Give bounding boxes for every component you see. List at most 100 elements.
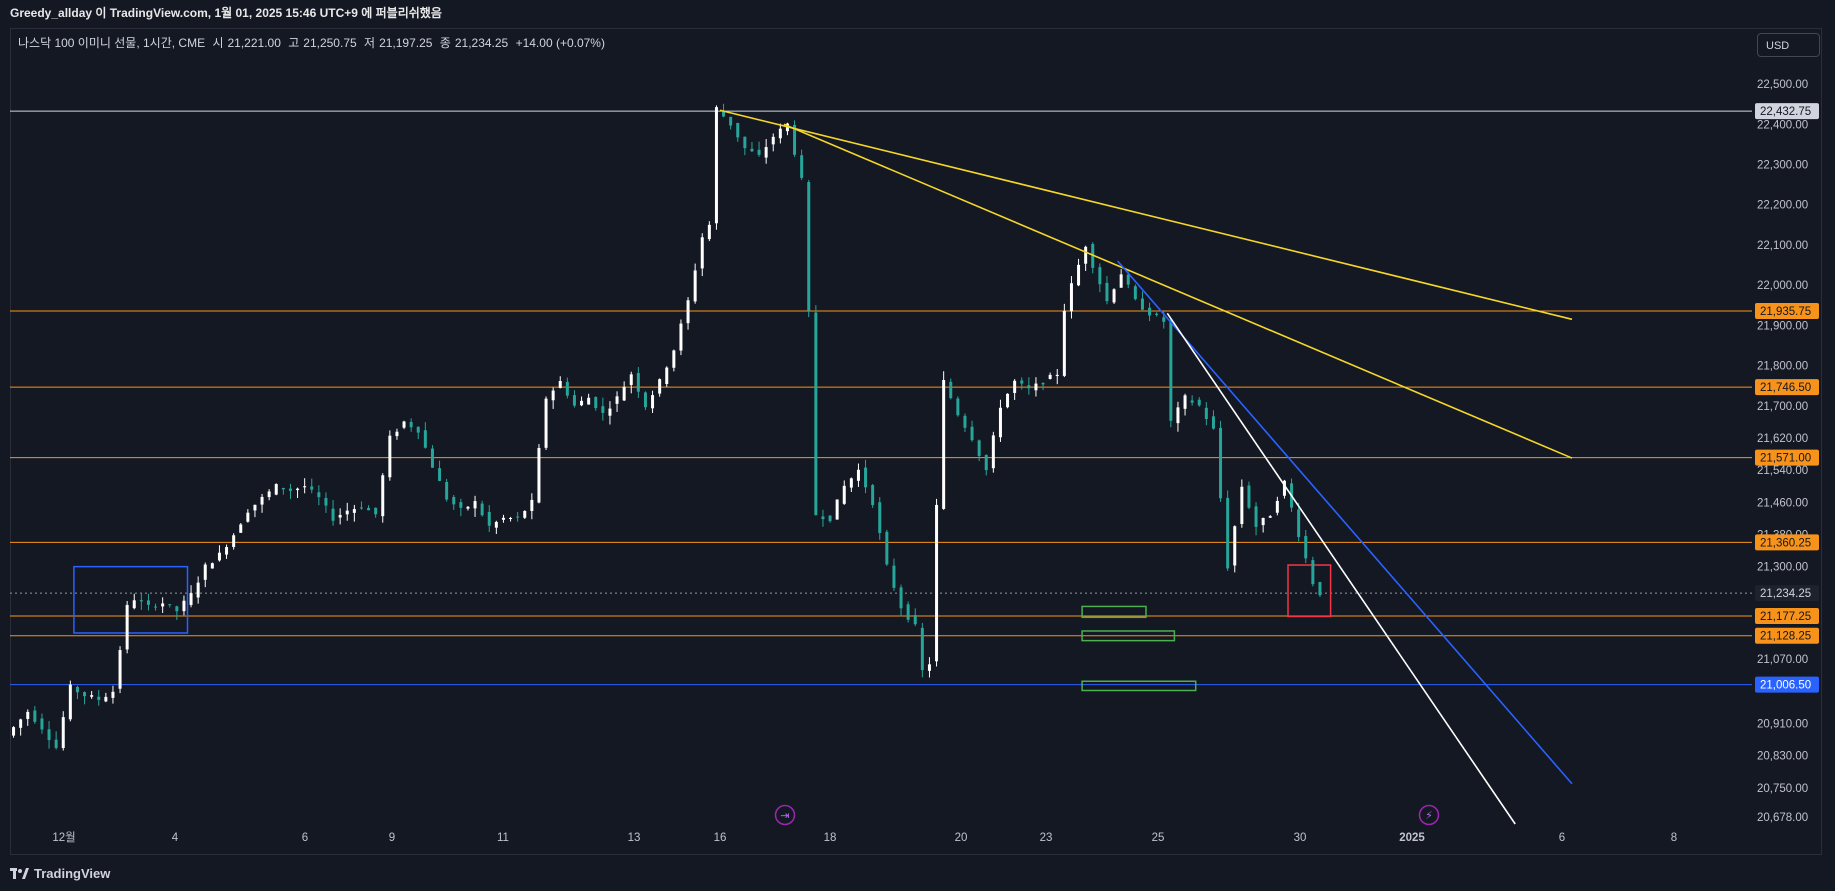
price-tick-label: 22,000.00	[1757, 280, 1808, 292]
candle-body	[629, 374, 633, 385]
zone-box-3	[1081, 680, 1197, 692]
candle-body	[1027, 385, 1031, 389]
candle-body	[139, 600, 143, 602]
price-tick-label: 21,620.00	[1757, 433, 1808, 445]
time-tick-label: 25	[1152, 832, 1165, 844]
candle-body	[509, 518, 513, 520]
candle-body	[1197, 399, 1201, 406]
price-tick-label: 20,678.00	[1757, 812, 1808, 824]
candle-body	[1084, 246, 1088, 264]
candle-body	[1105, 282, 1109, 302]
candle-body	[480, 503, 484, 516]
candle-body	[217, 552, 221, 561]
price-tick-label: 21,460.00	[1757, 497, 1808, 509]
price-tag-label-0: 22,432.75	[1760, 106, 1811, 118]
candle-body	[430, 448, 434, 468]
candle-body	[111, 691, 115, 698]
price-tag-label-6: 21,177.25	[1760, 611, 1811, 623]
candle-body	[729, 116, 733, 126]
candle-body	[821, 516, 825, 520]
time-tick-label: 13	[628, 832, 641, 844]
time-tick-label: 23	[1040, 832, 1053, 844]
price-tag-label-3: 21,571.00	[1760, 453, 1811, 465]
candle-body	[132, 600, 136, 609]
candle-body	[1304, 535, 1308, 559]
candle-body	[246, 512, 250, 522]
time-tick-label: 2025	[1399, 832, 1425, 844]
candle-body	[1247, 485, 1251, 508]
candle-body	[878, 502, 882, 534]
candle-body	[1162, 317, 1166, 322]
time-tick-label: 16	[714, 832, 727, 844]
candle-body	[1119, 274, 1123, 288]
candle-body	[587, 397, 591, 405]
candle-body	[1240, 486, 1244, 525]
candle-body	[487, 511, 491, 526]
candle-body	[651, 395, 655, 409]
candle-body	[161, 603, 165, 607]
candle-body	[672, 350, 676, 368]
candle-body	[991, 435, 995, 469]
candle-body	[175, 606, 179, 612]
candle-body	[977, 440, 981, 456]
price-tick-label: 22,200.00	[1757, 200, 1808, 212]
candle-body	[90, 695, 94, 697]
candle-body	[1055, 374, 1059, 377]
candle-body	[47, 729, 51, 741]
candle-body	[1211, 416, 1215, 429]
price-tick-label: 22,500.00	[1757, 79, 1808, 91]
candle-body	[608, 408, 612, 416]
time-tick-label: 12월	[52, 831, 75, 844]
price-tick-label: 21,070.00	[1757, 654, 1808, 666]
candle-body	[338, 514, 342, 518]
candle-body	[1098, 267, 1102, 285]
candle-body	[423, 430, 427, 448]
candle-body	[1219, 427, 1223, 499]
candle-body	[260, 496, 264, 505]
candle-body	[1006, 393, 1010, 408]
candle-body	[615, 396, 619, 404]
candle-body	[1133, 286, 1137, 300]
candle-body	[807, 182, 811, 311]
tradingview-logo[interactable]: TradingView	[10, 866, 110, 881]
candle-body	[601, 406, 605, 413]
candle-body	[551, 390, 555, 401]
candle-body	[842, 485, 846, 504]
candle-body	[1034, 383, 1038, 391]
change-value: +14.00 (+0.07%)	[515, 36, 605, 50]
candle-body	[225, 547, 229, 555]
candle-body	[1126, 274, 1130, 285]
price-tag-label-2: 21,746.50	[1760, 382, 1811, 394]
candle-body	[849, 478, 853, 488]
candle-body	[885, 531, 889, 565]
candle-body	[501, 517, 505, 520]
candle-body	[1148, 307, 1152, 316]
candle-body	[864, 467, 868, 488]
candle-body	[1254, 506, 1258, 527]
candle-body	[459, 502, 463, 508]
currency-button[interactable]: USD	[1757, 33, 1820, 57]
candle-body	[438, 468, 442, 481]
candle-body	[814, 312, 818, 515]
candle-body	[523, 510, 527, 518]
candle-body	[331, 508, 335, 521]
candle-body	[700, 237, 704, 269]
price-tag-label-5: 21,234.25	[1760, 588, 1811, 600]
candlestick-chart[interactable]: 22,500.00 22,400.00 22,300.00 22,200.00 22,1…	[0, 0, 1835, 891]
candle-body	[835, 499, 839, 520]
candle-body	[189, 593, 193, 605]
candle-body	[1190, 400, 1194, 403]
candle-body	[643, 392, 647, 408]
candle-body	[743, 136, 747, 149]
candle-body	[927, 664, 931, 671]
candle-body	[359, 507, 363, 509]
candle-body	[920, 627, 924, 671]
candle-body	[1311, 560, 1315, 585]
candle-body	[154, 606, 158, 608]
price-tag-label-8: 21,006.50	[1760, 680, 1811, 692]
candle-body	[1233, 526, 1237, 566]
candle-body	[949, 381, 953, 399]
tradingview-icon	[10, 867, 29, 879]
time-tick-label: 11	[497, 832, 509, 844]
time-tick-label: 4	[172, 832, 179, 844]
